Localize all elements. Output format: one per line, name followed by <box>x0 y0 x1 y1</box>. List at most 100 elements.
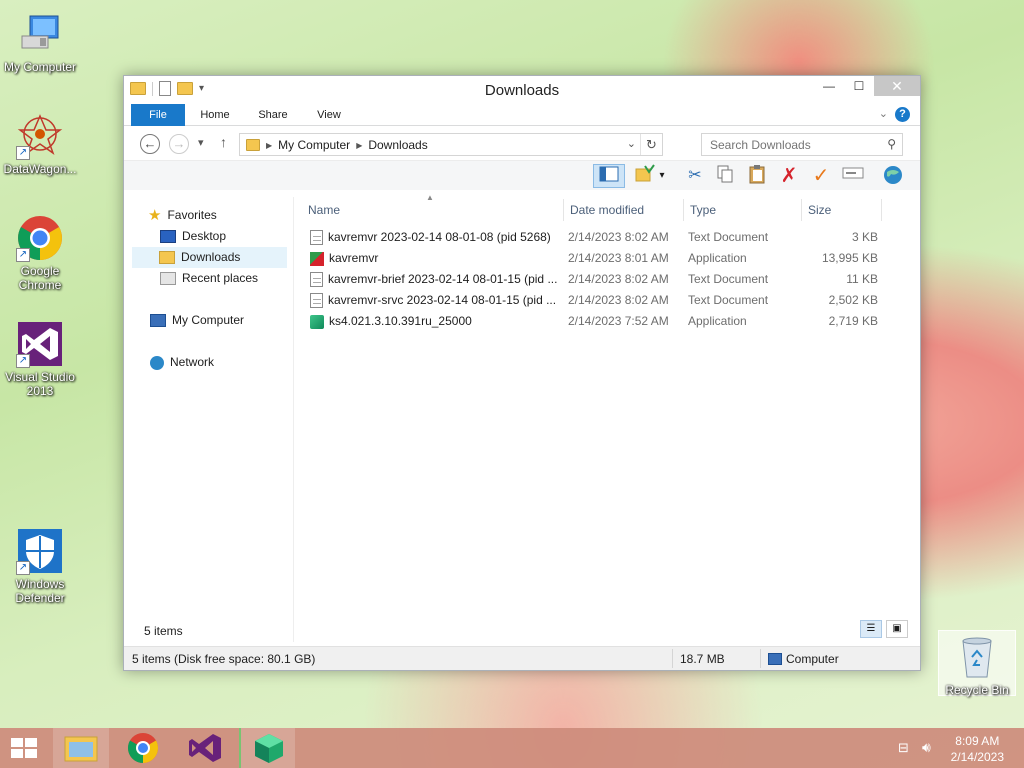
preview-pane-button[interactable] <box>593 164 625 188</box>
desktop-icon-datawagon[interactable]: ↗ DataWagon... <box>0 112 80 176</box>
text-file-icon <box>310 293 323 308</box>
rename-icon[interactable] <box>840 164 866 188</box>
desktop-icon <box>160 230 176 243</box>
details-view-icon[interactable]: ☰ <box>860 620 882 638</box>
taskbar-installer[interactable] <box>239 728 295 768</box>
desktop-icon-label: Windows Defender <box>15 577 65 605</box>
file-size: 2,502 KB <box>828 293 878 307</box>
desktop-icon-label: Recycle Bin <box>945 683 1009 697</box>
clock[interactable]: 8:09 AM 2/14/2023 <box>951 733 1004 765</box>
status-location-label: Computer <box>786 652 839 666</box>
file-name: kavremvr <box>329 251 379 265</box>
folder-options-icon[interactable] <box>632 164 658 188</box>
file-name: kavremvr-srvc 2023-02-14 08-01-15 (pid .… <box>328 293 557 307</box>
nav-downloads[interactable]: Downloads <box>132 247 287 268</box>
up-arrow-icon[interactable]: ↑ <box>220 134 227 150</box>
recent-locations-icon[interactable]: ▾ <box>198 136 204 149</box>
separator <box>672 649 673 668</box>
title-bar[interactable]: ▾ Downloads — ☐ ✕ <box>124 76 920 104</box>
text-file-icon <box>310 272 323 287</box>
desktop-icon-windows-defender[interactable]: ↗ Windows Defender <box>0 527 80 605</box>
network-tray-icon[interactable]: ⊟ <box>898 740 909 756</box>
column-header-name[interactable]: Name <box>302 199 564 221</box>
clock-time: 8:09 AM <box>955 734 1000 748</box>
nav-desktop[interactable]: Desktop <box>160 226 226 247</box>
file-row[interactable]: kavremvr-brief 2023-02-14 08-01-15 (pid … <box>306 269 886 290</box>
checkmark-icon[interactable]: ✓ <box>808 164 834 188</box>
file-size: 3 KB <box>851 230 878 244</box>
file-row[interactable]: kavremvr 2023-02-14 08-01-08 (pid 5268) … <box>306 227 886 248</box>
nav-label: Favorites <box>167 208 217 222</box>
file-size: 11 KB <box>846 272 878 286</box>
globe-icon[interactable] <box>880 164 906 188</box>
status-bar: 5 items (Disk free space: 80.1 GB) 18.7 … <box>124 646 920 670</box>
desktop-icon-label: Google Chrome <box>18 264 62 292</box>
search-input[interactable] <box>702 134 872 155</box>
file-size: 2,719 KB <box>828 314 878 328</box>
separator <box>760 649 761 668</box>
taskbar-visual-studio[interactable] <box>177 728 233 768</box>
window-title: Downloads <box>484 82 560 99</box>
tab-file[interactable]: File <box>131 104 185 126</box>
nav-my-computer[interactable]: My Computer <box>150 310 244 331</box>
cut-icon[interactable]: ✂ <box>682 164 708 188</box>
column-header-size[interactable]: Size <box>802 199 882 221</box>
chevron-down-icon[interactable]: ▾ <box>656 164 668 188</box>
volume-icon[interactable]: 🔊︎ <box>922 739 931 756</box>
file-type: Text Document <box>688 230 769 244</box>
column-header-date[interactable]: Date modified <box>564 199 684 221</box>
refresh-button[interactable]: ↻ <box>640 134 662 155</box>
breadcrumb-my-computer[interactable]: My Computer <box>278 138 350 152</box>
tab-home[interactable]: Home <box>192 104 238 126</box>
file-size: 13,995 KB <box>821 251 878 265</box>
nav-label: Downloads <box>181 250 241 264</box>
help-icon[interactable]: ? <box>895 107 910 122</box>
column-header-type[interactable]: Type <box>684 199 802 221</box>
computer-icon <box>768 653 782 665</box>
nav-favorites[interactable]: ★ Favorites <box>148 205 217 226</box>
forward-button[interactable]: → <box>169 134 189 154</box>
large-icons-view-icon[interactable]: ▣ <box>886 620 908 638</box>
tab-share[interactable]: Share <box>250 104 296 126</box>
desktop-icon-visual-studio[interactable]: ↗ Visual Studio 2013 <box>0 320 80 398</box>
chevron-down-icon[interactable]: ⌄ <box>627 137 636 150</box>
taskbar: ⊟ 🔊︎ 8:09 AM 2/14/2023 <box>0 728 1024 768</box>
desktop-icon-label: My Computer <box>3 60 77 74</box>
close-button[interactable]: ✕ <box>874 76 920 96</box>
file-row[interactable]: kavremvr-srvc 2023-02-14 08-01-15 (pid .… <box>306 290 886 311</box>
item-count: 5 items <box>144 624 183 638</box>
back-button[interactable]: ← <box>140 134 160 154</box>
start-button[interactable] <box>0 728 48 768</box>
content-area: ★ Favorites Desktop Downloads Recent pla… <box>124 193 920 642</box>
breadcrumb-downloads[interactable]: Downloads <box>368 138 427 152</box>
text-file-icon <box>310 230 323 245</box>
copy-icon[interactable] <box>712 164 738 188</box>
search-icon[interactable]: ⚲ <box>887 137 896 151</box>
file-type: Text Document <box>688 272 769 286</box>
expand-ribbon-icon[interactable]: ⌄ <box>879 107 888 120</box>
desktop-icon-google-chrome[interactable]: ↗ Google Chrome <box>0 214 80 292</box>
clock-date: 2/14/2023 <box>950 750 1004 764</box>
taskbar-file-explorer[interactable] <box>53 728 109 768</box>
file-date: 2/14/2023 7:52 AM <box>568 314 669 328</box>
file-row[interactable]: kavremvr 2/14/2023 8:01 AM Application 1… <box>306 248 886 269</box>
desktop-icon-my-computer[interactable]: My Computer <box>0 10 80 74</box>
network-icon <box>150 355 164 370</box>
desktop-icon-recycle-bin[interactable]: Recycle Bin <box>938 630 1016 697</box>
nav-recent-places[interactable]: Recent places <box>160 268 258 289</box>
folder-icon <box>246 139 260 151</box>
search-box[interactable]: ⚲ <box>701 133 903 156</box>
nav-network[interactable]: Network <box>150 352 214 373</box>
tab-view[interactable]: View <box>306 104 352 126</box>
file-list: ▲ Name Date modified Type Size kavremvr … <box>302 193 920 642</box>
minimize-button[interactable]: — <box>814 76 844 96</box>
nav-label: Network <box>170 355 215 369</box>
taskbar-chrome[interactable] <box>115 728 171 768</box>
paste-icon[interactable] <box>744 164 770 188</box>
ribbon-tabs: File Home Share View ⌄ ? <box>124 104 920 126</box>
chrome-icon: ↗ <box>16 214 64 262</box>
delete-icon[interactable]: ✗ <box>776 164 802 188</box>
address-bar[interactable]: ▶ My Computer ▶ Downloads ⌄ ↻ <box>239 133 663 156</box>
maximize-button[interactable]: ☐ <box>844 76 874 96</box>
file-row[interactable]: ks4.021.3.10.391ru_25000 2/14/2023 7:52 … <box>306 311 886 332</box>
